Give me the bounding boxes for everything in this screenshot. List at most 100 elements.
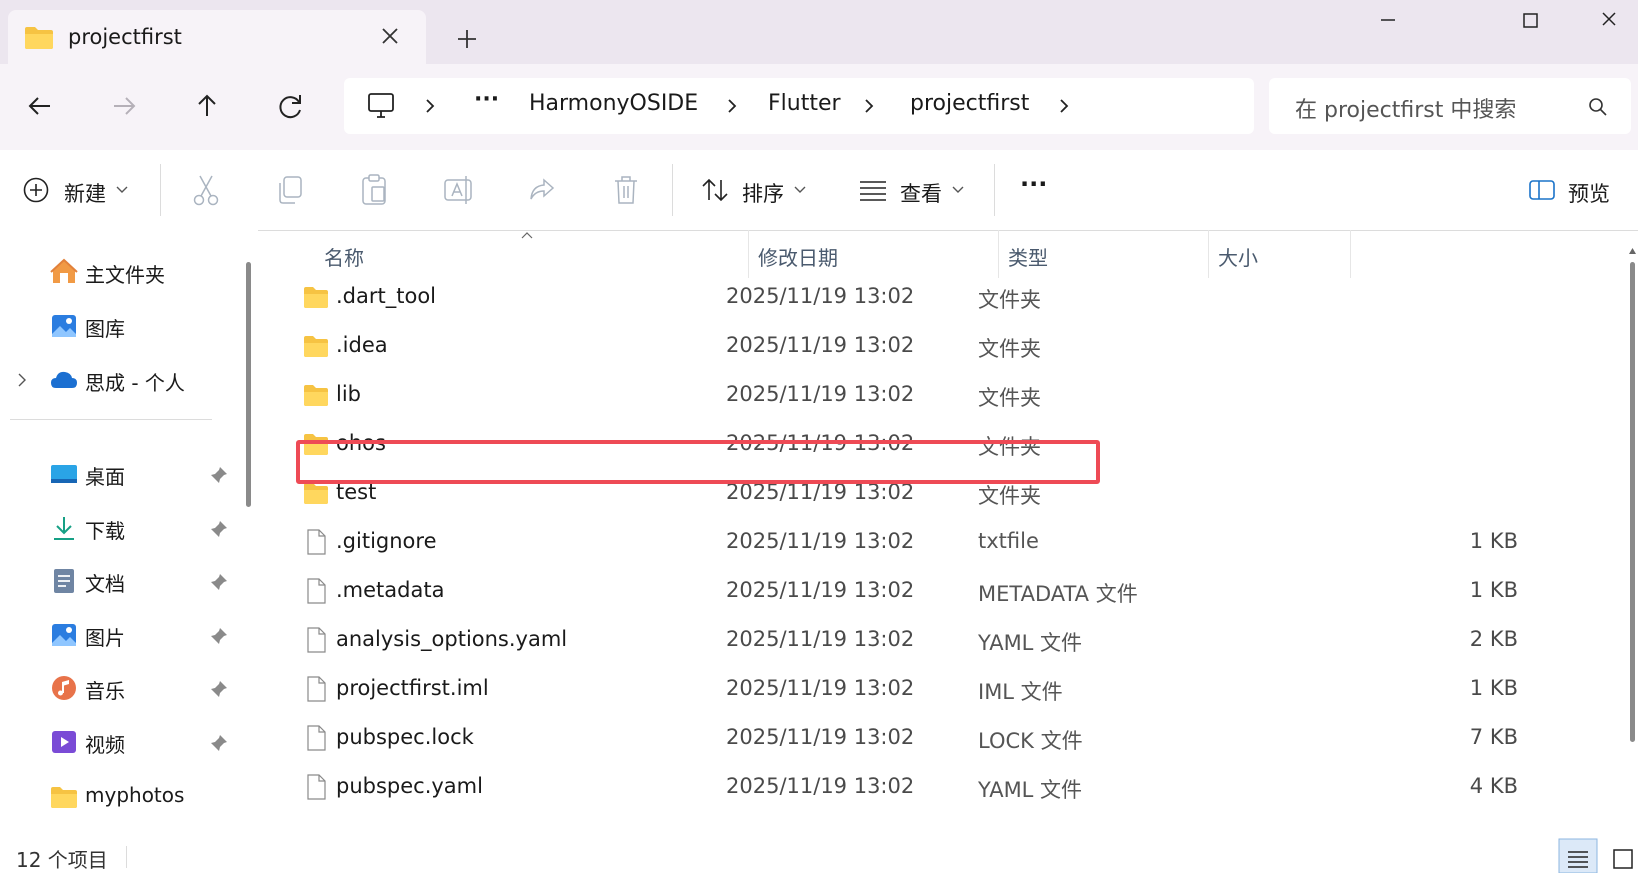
preview-label: 预览 <box>1568 182 1610 206</box>
column-divider[interactable] <box>748 230 749 278</box>
sidebar-item-onedrive[interactable]: 思成 - 个人 <box>0 360 240 400</box>
maximize-icon[interactable] <box>1500 0 1560 42</box>
column-header-date[interactable]: 修改日期 <box>758 242 838 271</box>
file-row[interactable]: lib 2025/11/19 13:02 文件夹 <box>298 372 1518 418</box>
sidebar-item-label: 图片 <box>85 626 125 650</box>
share-icon[interactable] <box>526 172 558 208</box>
sort-label: 排序 <box>742 182 784 206</box>
column-divider[interactable] <box>1208 230 1209 278</box>
sort-button[interactable]: 排序 <box>700 172 810 208</box>
pin-icon[interactable] <box>210 680 228 698</box>
sidebar-item-downloads[interactable]: 下载 <box>0 508 240 548</box>
file-name: .idea <box>336 333 388 357</box>
search-icon[interactable] <box>1587 96 1609 118</box>
chevron-right-icon[interactable] <box>722 96 742 116</box>
folder-icon <box>304 287 328 308</box>
paste-icon[interactable] <box>358 172 390 208</box>
sidebar-item-myphotos[interactable]: myphotos <box>0 776 240 816</box>
column-header-size[interactable]: 大小 <box>1218 242 1258 271</box>
file-row[interactable]: .dart_tool 2025/11/19 13:02 文件夹 <box>298 274 1518 320</box>
refresh-icon[interactable] <box>267 82 315 130</box>
pin-icon[interactable] <box>210 573 228 591</box>
vertical-scrollbar[interactable] <box>1627 244 1638 764</box>
tab-projectfirst[interactable]: projectfirst <box>8 10 426 64</box>
search-box[interactable]: 在 projectfirst 中搜索 <box>1269 78 1631 134</box>
cloud-icon <box>51 371 77 388</box>
tab-title: projectfirst <box>68 25 182 49</box>
minimize-icon[interactable] <box>1358 0 1418 42</box>
sidebar-item-gallery[interactable]: 图库 <box>0 306 240 346</box>
view-button[interactable]: 查看 <box>858 172 968 208</box>
details-view-icon[interactable] <box>1558 838 1598 873</box>
file-name: .gitignore <box>336 529 437 553</box>
sidebar-item-music[interactable]: 音乐 <box>0 668 240 708</box>
column-header-name[interactable]: 名称 <box>324 242 364 271</box>
sidebar-item-pictures[interactable]: 图片 <box>0 615 240 655</box>
new-tab-icon[interactable] <box>450 22 484 56</box>
file-type: 文件夹 <box>978 337 1041 361</box>
copy-icon[interactable] <box>274 172 306 208</box>
file-icon <box>307 578 326 604</box>
new-label: 新建 <box>64 182 106 206</box>
tiles-view-icon[interactable] <box>1608 838 1638 873</box>
sidebar-item-videos[interactable]: 视频 <box>0 722 240 762</box>
up-icon[interactable] <box>183 82 231 130</box>
highlight-box-ohos <box>296 440 1100 484</box>
sidebar-item-label: 思成 - 个人 <box>85 371 185 395</box>
file-date: 2025/11/19 13:02 <box>726 284 915 308</box>
view-list-icon <box>860 181 886 201</box>
pin-icon[interactable] <box>210 466 228 484</box>
new-button[interactable]: 新建 <box>22 172 132 208</box>
file-row[interactable]: analysis_options.yaml 2025/11/19 13:02 YAM… <box>298 617 1518 663</box>
file-list: 名称 修改日期 类型 大小 .dart_tool 2025/11/19 13:02… <box>268 230 1626 838</box>
forward-icon[interactable] <box>100 82 148 130</box>
address-bar[interactable]: ··· HarmonyOSIDE Flutter projectfirst <box>344 78 1254 134</box>
close-window-icon[interactable] <box>1578 0 1638 42</box>
divider <box>160 164 161 216</box>
chevron-right-icon[interactable] <box>16 372 28 388</box>
chevron-down-icon <box>952 186 964 193</box>
navigation-pane: 主文件夹 图库 思成 - 个人 桌面 下载 文档 图片 音乐 视频 myphot… <box>0 230 258 838</box>
sidebar-item-home[interactable]: 主文件夹 <box>0 252 240 292</box>
file-row[interactable]: pubspec.yaml 2025/11/19 13:02 YAML 文件 4 KB <box>298 764 1518 810</box>
file-row[interactable]: .metadata 2025/11/19 13:02 METADATA 文件 1 KB <box>298 568 1518 614</box>
sidebar-item-documents[interactable]: 文档 <box>0 561 240 601</box>
column-divider[interactable] <box>1350 230 1351 278</box>
file-type: 文件夹 <box>978 484 1041 508</box>
pin-icon[interactable] <box>210 520 228 538</box>
search-input[interactable]: 在 projectfirst 中搜索 <box>1295 92 1516 124</box>
cut-icon[interactable] <box>190 172 222 208</box>
plus-circle-icon <box>23 177 49 203</box>
computer-icon[interactable] <box>366 92 396 120</box>
column-divider[interactable] <box>998 230 999 278</box>
file-type: METADATA 文件 <box>978 582 1138 606</box>
pin-icon[interactable] <box>210 627 228 645</box>
breadcrumb-projectfirst[interactable]: projectfirst <box>910 91 1029 116</box>
file-row[interactable]: pubspec.lock 2025/11/19 13:02 LOCK 文件 7 KB <box>298 715 1518 761</box>
divider <box>994 164 995 216</box>
chevron-right-icon[interactable] <box>859 96 879 116</box>
chevron-right-icon[interactable] <box>420 96 440 116</box>
more-options-button[interactable]: ··· <box>1020 170 1047 206</box>
folder-icon <box>304 385 328 406</box>
chevron-right-icon[interactable] <box>1054 96 1074 116</box>
sidebar-scrollbar[interactable] <box>246 262 251 507</box>
sidebar-item-desktop[interactable]: 桌面 <box>0 454 240 494</box>
file-row[interactable]: projectfirst.iml 2025/11/19 13:02 IML 文件 1 … <box>298 666 1518 712</box>
file-row[interactable]: .idea 2025/11/19 13:02 文件夹 <box>298 323 1518 369</box>
file-row[interactable]: .gitignore 2025/11/19 13:02 txtfile 1 KB <box>298 519 1518 565</box>
rename-icon[interactable] <box>442 172 474 208</box>
pin-icon[interactable] <box>210 734 228 752</box>
file-date: 2025/11/19 13:02 <box>726 725 915 749</box>
folder-icon <box>25 27 53 49</box>
file-date: 2025/11/19 13:02 <box>726 627 915 651</box>
close-tab-icon[interactable] <box>374 20 406 52</box>
column-header-type[interactable]: 类型 <box>1008 242 1048 271</box>
back-icon[interactable] <box>16 82 64 130</box>
delete-icon[interactable] <box>610 172 642 208</box>
breadcrumb-flutter[interactable]: Flutter <box>768 91 841 116</box>
breadcrumb-harmonyoside[interactable]: HarmonyOSIDE <box>529 91 698 116</box>
preview-button[interactable]: 预览 <box>1528 172 1628 208</box>
home-icon <box>50 258 78 283</box>
breadcrumb-overflow[interactable]: ··· <box>474 87 499 112</box>
